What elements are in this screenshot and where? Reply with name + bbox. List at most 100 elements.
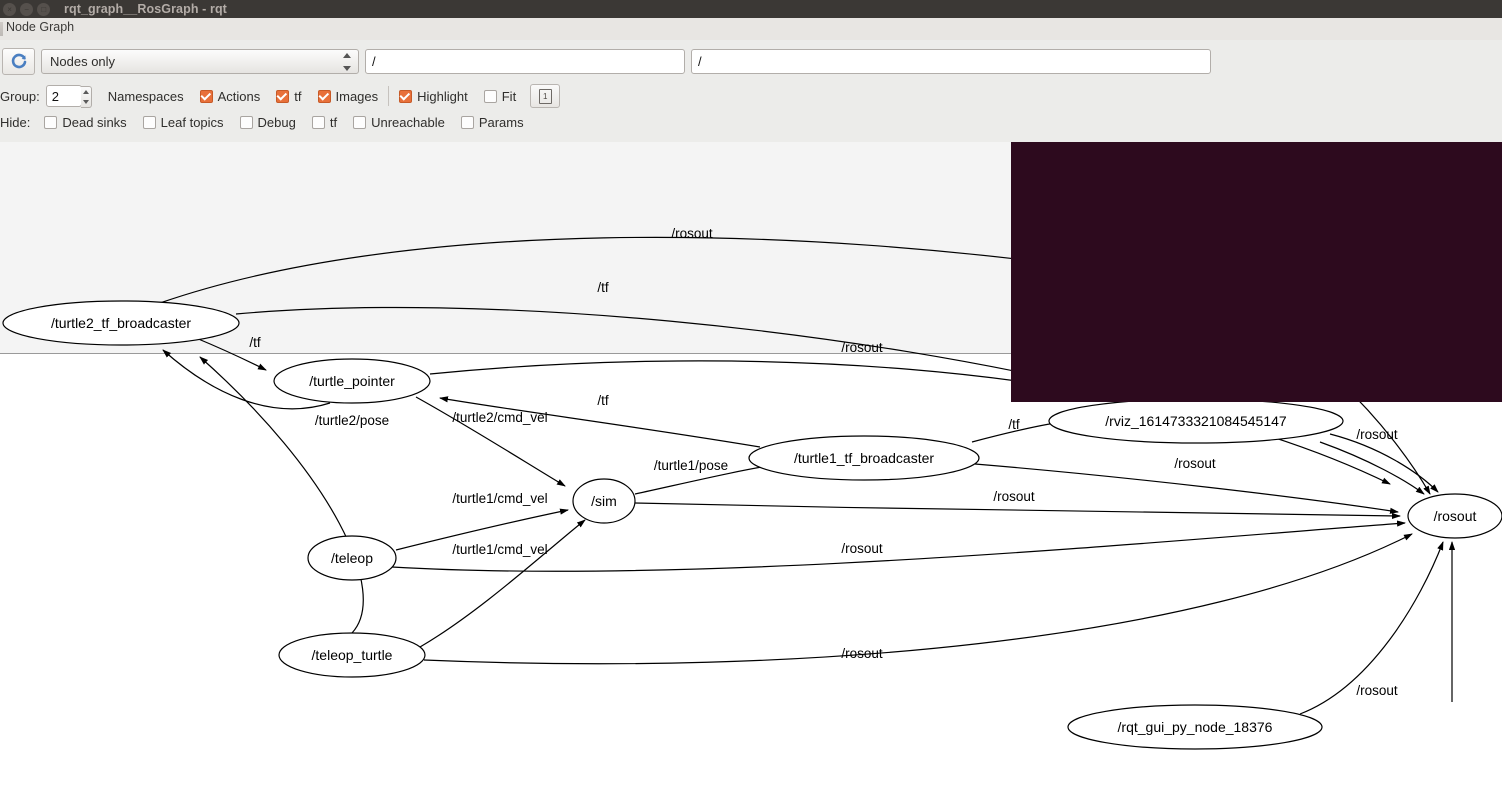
fit-in-view-button[interactable]: 1 — [530, 84, 561, 108]
graph-edge-label: /turtle2/pose — [315, 413, 389, 428]
checkbox-leaf-topics[interactable]: Leaf topics — [142, 115, 224, 130]
minimize-glyph: − — [24, 4, 29, 14]
checkbox-hide-tf[interactable]: tf — [311, 115, 338, 130]
dock-header: Node Graph — [0, 18, 1502, 41]
checkbox-hide-tf-label: tf — [329, 115, 338, 130]
checkbox-unreachable[interactable]: Unreachable — [353, 115, 445, 130]
checkbox-params-label: Params — [478, 115, 524, 130]
graph-mode-value: Nodes only — [50, 54, 116, 69]
graph-node-label: /turtle2_tf_broadcaster — [51, 315, 191, 331]
checkbox-hide-tf-box[interactable] — [311, 116, 325, 129]
checkbox-tf-box[interactable] — [276, 89, 290, 103]
graph-edge-label: /rosout — [1174, 456, 1216, 471]
checkbox-tf-label: tf — [294, 88, 302, 104]
checkbox-fit-label: Fit — [501, 88, 517, 104]
checkbox-dead-sinks[interactable]: Dead sinks — [44, 115, 127, 130]
checkbox-params-box[interactable] — [460, 116, 474, 129]
checkbox-unreachable-label: Unreachable — [371, 115, 445, 130]
graph-edge-label: /rosout — [841, 340, 883, 355]
refresh-icon — [11, 53, 26, 68]
checkbox-highlight-box[interactable] — [399, 89, 413, 103]
checkbox-tf[interactable]: tf — [276, 88, 302, 104]
node-graph-canvas[interactable]: /turtle2_tf_broadcaster/turtle_pointer/s… — [0, 142, 1502, 791]
checkbox-actions-box[interactable] — [199, 89, 213, 103]
graph-edge-label: /rosout — [1356, 427, 1398, 442]
checkbox-debug-box[interactable] — [239, 116, 253, 129]
refresh-button[interactable] — [2, 48, 35, 75]
group-label: Group: — [0, 88, 40, 104]
window-titlebar: × − □ rqt_graph__RosGraph - rqt — [0, 0, 1502, 18]
graph-edge-label: /rosout — [993, 489, 1035, 504]
graph-mode-select[interactable]: Nodes only — [41, 49, 359, 74]
dock-grip-handle[interactable] — [0, 22, 3, 36]
maximize-glyph: □ — [41, 4, 46, 14]
topic-filter-input[interactable]: / — [691, 49, 1211, 74]
graph-edge-label: /turtle1/pose — [654, 458, 728, 473]
graph-edge-label: /turtle2/cmd_vel — [452, 410, 547, 425]
toolbar-row-options: Group: 2 Namespaces Actions tf Images Hi… — [0, 84, 1502, 108]
graph-toolbar: Nodes only / / Group: 2 Namespaces Actio… — [0, 40, 1502, 143]
checkbox-highlight-label: Highlight — [417, 88, 468, 104]
checkbox-actions[interactable]: Actions — [199, 88, 261, 104]
graph-edge-label: /turtle1/cmd_vel — [452, 491, 547, 506]
checkbox-dead-sinks-box[interactable] — [44, 116, 58, 129]
graph-node-label: /turtle_pointer — [309, 373, 395, 389]
graph-node-sim[interactable]: /sim — [572, 478, 636, 524]
terminal-window-overlay[interactable] — [1011, 142, 1502, 402]
graph-node-teleop_turtle[interactable]: /teleop_turtle — [278, 632, 426, 678]
group-spinbox[interactable]: 2 — [45, 85, 92, 108]
fit-in-view-icon: 1 — [538, 88, 552, 104]
graph-edge-label: /tf — [597, 280, 609, 295]
graph-node-turtle1_tf_broadcaster[interactable]: /turtle1_tf_broadcaster — [748, 435, 980, 481]
checkbox-fit[interactable]: Fit — [483, 88, 517, 104]
graph-edge-label: /tf — [249, 335, 261, 350]
graph-edge-label: /tf — [597, 393, 609, 408]
toolbar-divider — [388, 86, 390, 106]
graph-node-label: /rosout — [1434, 508, 1477, 524]
checkbox-highlight[interactable]: Highlight — [399, 89, 468, 104]
maximize-icon[interactable]: □ — [37, 2, 50, 16]
graph-edge-label: /turtle1/cmd_vel — [452, 542, 547, 557]
checkbox-dead-sinks-label: Dead sinks — [62, 115, 127, 130]
checkbox-unreachable-box[interactable] — [353, 116, 367, 129]
checkbox-fit-box[interactable] — [483, 89, 497, 103]
graph-edge-label: /rosout — [841, 541, 883, 556]
graph-edge-label: /rosout — [841, 646, 883, 661]
checkbox-images-box[interactable] — [317, 89, 331, 103]
checkbox-debug-label: Debug — [257, 115, 296, 130]
checkbox-leaf-topics-box[interactable] — [142, 116, 156, 129]
checkbox-images-label: Images — [335, 88, 379, 104]
graph-node-turtle_pointer[interactable]: /turtle_pointer — [273, 358, 431, 404]
rqt-graph-window: × − □ rqt_graph__RosGraph - rqt Node Gra… — [0, 0, 1502, 791]
checkbox-images[interactable]: Images — [317, 88, 379, 104]
node-filter-input[interactable]: / — [365, 49, 685, 74]
graph-node-label: /rviz_1614733321084545147 — [1105, 413, 1287, 429]
graph-edge-label: /rosout — [671, 226, 713, 241]
graph-node-teleop[interactable]: /teleop — [307, 535, 397, 581]
toolbar-row-filters: Nodes only / / — [0, 48, 1502, 75]
checkbox-params[interactable]: Params — [460, 115, 524, 130]
window-title: rqt_graph__RosGraph - rqt — [64, 2, 227, 16]
namespaces-label: Namespaces — [107, 88, 184, 104]
window-controls: × − □ — [0, 2, 50, 16]
close-glyph: × — [7, 4, 12, 14]
close-icon[interactable]: × — [3, 2, 16, 16]
group-value: 2 — [51, 88, 59, 104]
graph-node-rviz[interactable]: /rviz_1614733321084545147 — [1048, 398, 1344, 444]
hide-label: Hide: — [0, 115, 31, 130]
graph-node-label: /teleop_turtle — [312, 647, 393, 663]
checkbox-leaf-topics-label: Leaf topics — [160, 115, 224, 130]
graph-node-turtle2_tf_broadcaster[interactable]: /turtle2_tf_broadcaster — [2, 300, 240, 346]
graph-node-label: /sim — [591, 493, 617, 509]
checkbox-actions-label: Actions — [217, 88, 261, 104]
graph-node-rqt_gui_py_node[interactable]: /rqt_gui_py_node_18376 — [1067, 704, 1323, 750]
graph-edge-label: /tf — [1008, 417, 1020, 432]
graph-edge-label: /rosout — [1356, 683, 1398, 698]
graph-node-rosout[interactable]: /rosout — [1407, 493, 1502, 539]
spinbox-arrows-icon[interactable] — [80, 86, 92, 108]
chevron-updown-icon — [343, 53, 351, 71]
graph-node-label: /turtle1_tf_broadcaster — [794, 450, 934, 466]
minimize-icon[interactable]: − — [20, 2, 33, 16]
checkbox-debug[interactable]: Debug — [239, 115, 296, 130]
toolbar-row-hide: Hide: Dead sinks Leaf topics Debug tf Un… — [0, 115, 1502, 130]
